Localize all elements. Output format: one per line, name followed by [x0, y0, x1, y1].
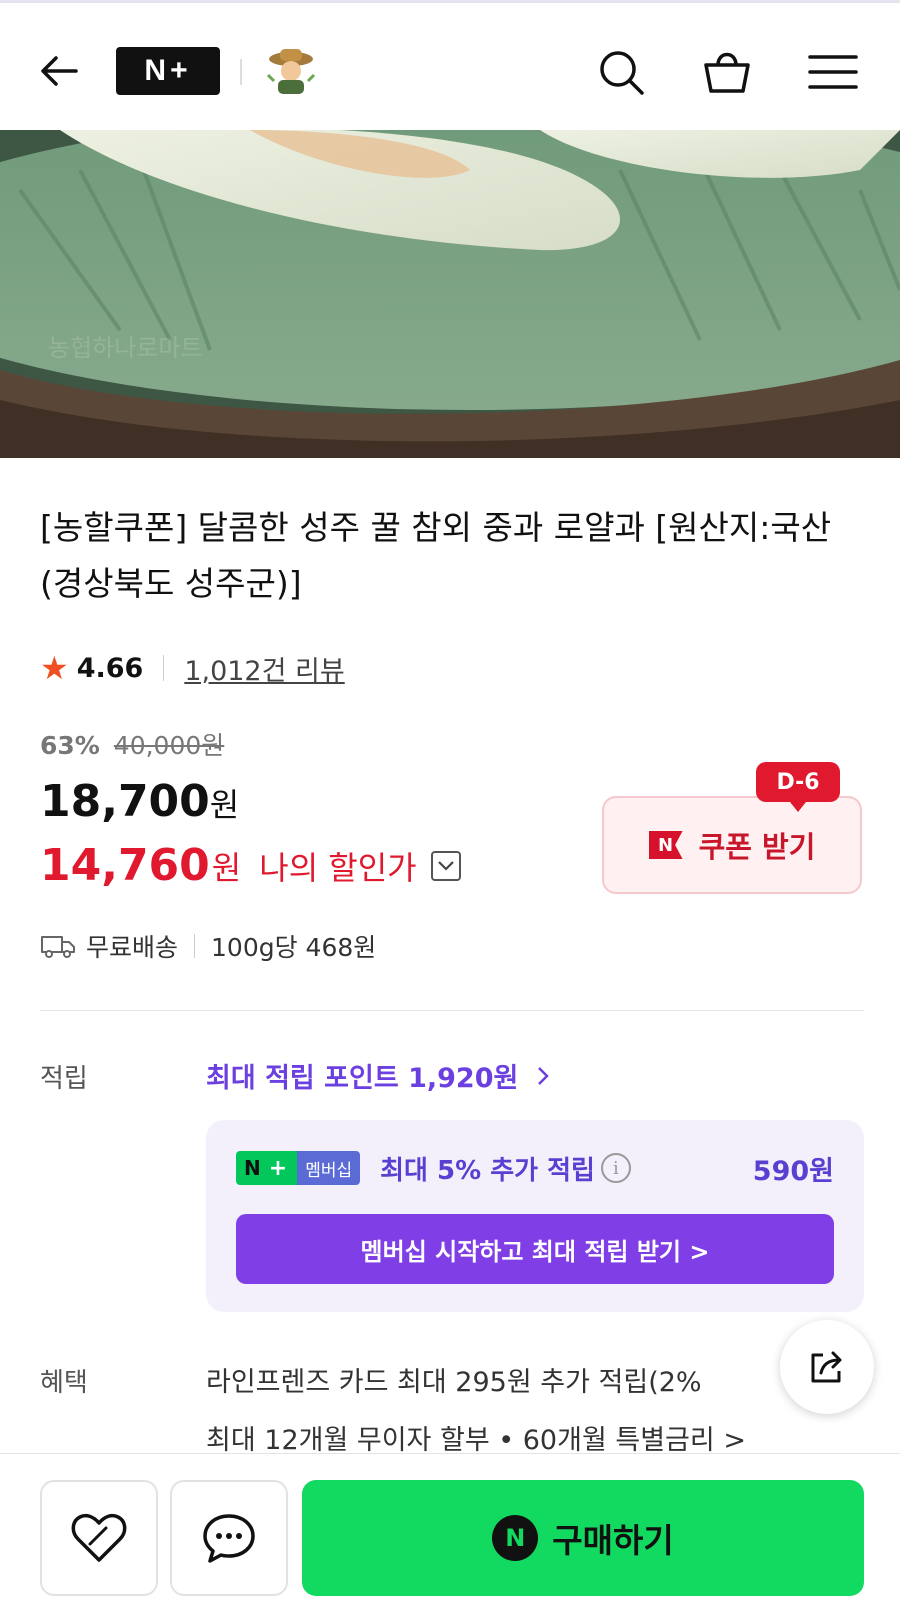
- share-button[interactable]: [780, 1320, 874, 1414]
- star-icon: ★: [40, 649, 69, 687]
- info-icon[interactable]: i: [600, 1153, 631, 1183]
- coupon-label: 쿠폰 받기: [698, 830, 816, 864]
- shipping-row: 무료배송 100g당 468원: [40, 926, 376, 966]
- benefits-section-label: 혜택: [40, 1368, 88, 1398]
- shipping-divider: [194, 934, 196, 958]
- my-price-label: 나의 할인가: [259, 848, 417, 887]
- rating-row: ★ 4.66 1,012건 리뷰: [40, 648, 345, 688]
- discount-percent: 63%: [40, 731, 100, 760]
- buy-button[interactable]: N 구매하기: [302, 1480, 864, 1596]
- naver-coupon-icon: N: [648, 831, 683, 859]
- chevron-down-icon[interactable]: [430, 850, 461, 881]
- unit-price: 100g당 468원: [211, 933, 377, 962]
- share-icon: [807, 1347, 847, 1387]
- review-count-link[interactable]: 1,012건 리뷰: [184, 649, 344, 688]
- bottom-action-bar: N 구매하기: [0, 1453, 900, 1599]
- coupon-download-button[interactable]: N 쿠폰 받기: [602, 796, 862, 894]
- nplus-badge-n: N: [244, 1156, 263, 1180]
- discount-row: 63% 40,000원: [40, 726, 224, 762]
- max-points-link[interactable]: 최대 적립 포인트 1,920원: [206, 1056, 550, 1095]
- section-divider: [40, 1010, 864, 1011]
- points-section-label: 적립: [40, 1064, 88, 1094]
- membership-amount: 590원: [752, 1155, 834, 1187]
- product-title: [농할쿠폰] 달콤한 성주 꿀 참외 중과 로얄과 [원산지:국산(경상북도 성…: [40, 508, 832, 603]
- my-price-value: 14,760: [40, 840, 210, 891]
- svg-text:농협하나로마트: 농협하나로마트: [48, 335, 203, 362]
- max-points-text: 최대 적립 포인트 1,920원: [206, 1063, 519, 1094]
- logo-divider: [240, 59, 242, 85]
- chat-bubble-icon: [201, 1512, 257, 1564]
- my-discount-price[interactable]: 14,760 원 나의 할인가: [40, 840, 461, 891]
- shipping-label: 무료배송: [86, 933, 179, 962]
- membership-box: N + 멤버십 최대 5% 추가 적립 i 590원 멤버십 시작하고 최대 적립…: [206, 1120, 864, 1312]
- my-price-unit: 원: [211, 848, 242, 887]
- truck-icon: [40, 933, 76, 959]
- talk-button[interactable]: [170, 1480, 288, 1596]
- naver-pay-icon: N: [492, 1515, 539, 1561]
- membership-badge: 멤버십: [297, 1151, 361, 1185]
- nplus-logo[interactable]: N+: [116, 47, 220, 95]
- search-icon[interactable]: [594, 45, 648, 99]
- membership-extra-points: 최대 5% 추가 적립: [380, 1155, 595, 1186]
- sale-price: 18,700원: [40, 776, 239, 827]
- dday-badge: D-6: [756, 762, 840, 812]
- card-benefit-text: 라인프렌즈 카드 최대 295원 추가 적립(2%: [206, 1367, 702, 1398]
- start-membership-button[interactable]: 멤버십 시작하고 최대 적립 받기 >: [236, 1214, 834, 1284]
- farmer-mascot-icon[interactable]: [262, 45, 320, 97]
- membership-line: N + 멤버십 최대 5% 추가 적립 i 590원: [236, 1148, 834, 1188]
- rating-divider: [163, 655, 165, 681]
- nplus-badge: N +: [236, 1151, 298, 1185]
- sale-price-value: 18,700: [40, 776, 210, 827]
- product-image[interactable]: 농협하나로마트: [0, 130, 900, 458]
- original-price: 40,000원: [113, 731, 225, 760]
- shopping-bag-icon[interactable]: [700, 45, 754, 99]
- wishlist-button[interactable]: [40, 1480, 158, 1596]
- top-bar: N+: [0, 0, 900, 130]
- heart-icon: [70, 1512, 128, 1564]
- rating-score: 4.66: [76, 652, 144, 684]
- chevron-right-icon: [536, 1063, 550, 1094]
- buy-label: 구매하기: [552, 1521, 674, 1560]
- installment-benefit-link[interactable]: 최대 12개월 무이자 할부 • 60개월 특별금리 >: [206, 1418, 746, 1457]
- arrow-left-icon[interactable]: [36, 47, 84, 95]
- plus-icon: +: [268, 1155, 290, 1181]
- sale-price-unit: 원: [209, 786, 240, 824]
- hamburger-menu-icon[interactable]: [806, 45, 860, 99]
